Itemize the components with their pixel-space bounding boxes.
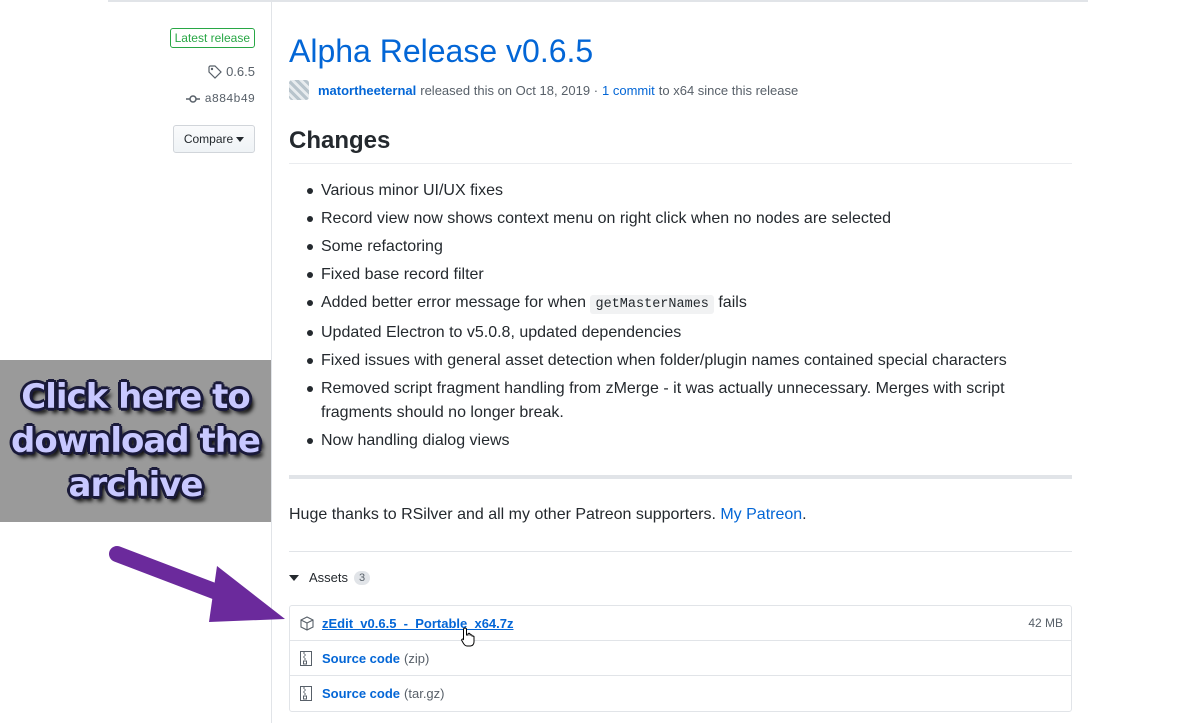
inline-code: getMasterNames <box>590 295 714 314</box>
release-meta: matortheeternal released this on Oct 18,… <box>289 80 798 100</box>
chevron-down-icon <box>236 136 245 142</box>
list-item: Record view now shows context menu on ri… <box>307 207 1072 231</box>
latest-release-badge: Latest release <box>169 28 255 48</box>
file-zip-icon <box>300 686 314 701</box>
thanks-suffix: . <box>802 506 807 523</box>
source-label: Source code <box>322 686 401 701</box>
released-text: released this on Oct 18, 2019 · <box>420 82 599 98</box>
callout-line: Click here to <box>21 377 250 417</box>
compare-label: Compare <box>183 132 234 146</box>
commit-sha: a884b49 <box>204 92 255 106</box>
assets-toggle[interactable]: Assets 3 <box>289 570 371 585</box>
list-item: Now handling dialog views <box>307 429 1072 453</box>
patreon-link[interactable]: My Patreon <box>720 506 802 523</box>
list-item: Added better error message for when getM… <box>307 291 1072 317</box>
changes-heading: Changes <box>289 127 1072 164</box>
avatar[interactable] <box>289 80 309 100</box>
asset-row: Source code (tar.gz) <box>290 676 1071 711</box>
section-divider <box>289 475 1072 479</box>
assets-divider <box>289 551 1072 552</box>
tag-label: 0.6.5 <box>226 64 255 79</box>
author-link[interactable]: matortheeternal <box>318 83 416 98</box>
file-zip-icon <box>300 650 314 666</box>
source-label: Source code <box>322 650 401 666</box>
list-item: Removed script fragment handling from zM… <box>307 377 1072 425</box>
arrow-icon <box>109 546 285 622</box>
top-border <box>108 0 1088 2</box>
assets-label: Assets <box>309 570 349 585</box>
list-item: Various minor UI/UX fixes <box>307 179 1072 203</box>
list-item: Updated Electron to v5.0.8, updated depe… <box>307 321 1072 345</box>
commit-icon <box>185 95 200 103</box>
source-targz-link[interactable]: Source code (tar.gz) <box>322 686 445 701</box>
source-format: (zip) <box>404 650 430 666</box>
release-title-link[interactable]: Alpha Release v0.6.5 <box>289 33 593 69</box>
source-format: (tar.gz) <box>404 686 445 701</box>
commits-link[interactable]: 1 commit <box>602 83 655 98</box>
release-title[interactable]: Alpha Release v0.6.5 <box>289 33 593 70</box>
callout-text: Click here to download the archive <box>11 375 261 507</box>
triangle-down-icon <box>289 574 299 581</box>
list-item-text: Added better error message for when <box>321 294 587 311</box>
asset-size: 42 MB <box>1028 616 1063 630</box>
changes-list: Various minor UI/UX fixes Record view no… <box>289 179 1072 457</box>
assets-count: 3 <box>354 570 371 585</box>
thanks-paragraph: Huge thanks to RSilver and all my other … <box>289 506 807 524</box>
tag-link[interactable]: 0.6.5 <box>208 64 255 79</box>
callout-line: download the <box>11 421 261 461</box>
assets-list: zEdit_v0.6.5_-_Portable_x64.7z 42 MB Sou… <box>289 605 1072 712</box>
thanks-text: Huge thanks to RSilver and all my other … <box>289 506 716 523</box>
since-text: to x64 since this release <box>658 82 799 98</box>
asset-row: Source code (zip) <box>290 641 1071 676</box>
asset-download-link[interactable]: zEdit_v0.6.5_-_Portable_x64.7z <box>322 616 514 631</box>
list-item: Fixed issues with general asset detectio… <box>307 349 1072 373</box>
commit-link[interactable]: a884b49 <box>185 92 255 106</box>
callout-line: archive <box>68 465 204 505</box>
list-item-text: fails <box>718 294 747 311</box>
tutorial-callout: Click here to download the archive <box>0 360 271 522</box>
tag-icon <box>208 64 222 79</box>
asset-row: zEdit_v0.6.5_-_Portable_x64.7z 42 MB <box>290 606 1071 641</box>
list-item: Fixed base record filter <box>307 263 1072 287</box>
package-icon <box>300 615 314 631</box>
list-item: Some refactoring <box>307 235 1072 259</box>
compare-button[interactable]: Compare <box>173 125 255 153</box>
hand-pointer-icon <box>461 627 475 647</box>
source-zip-link[interactable]: Source code (zip) <box>322 651 429 666</box>
